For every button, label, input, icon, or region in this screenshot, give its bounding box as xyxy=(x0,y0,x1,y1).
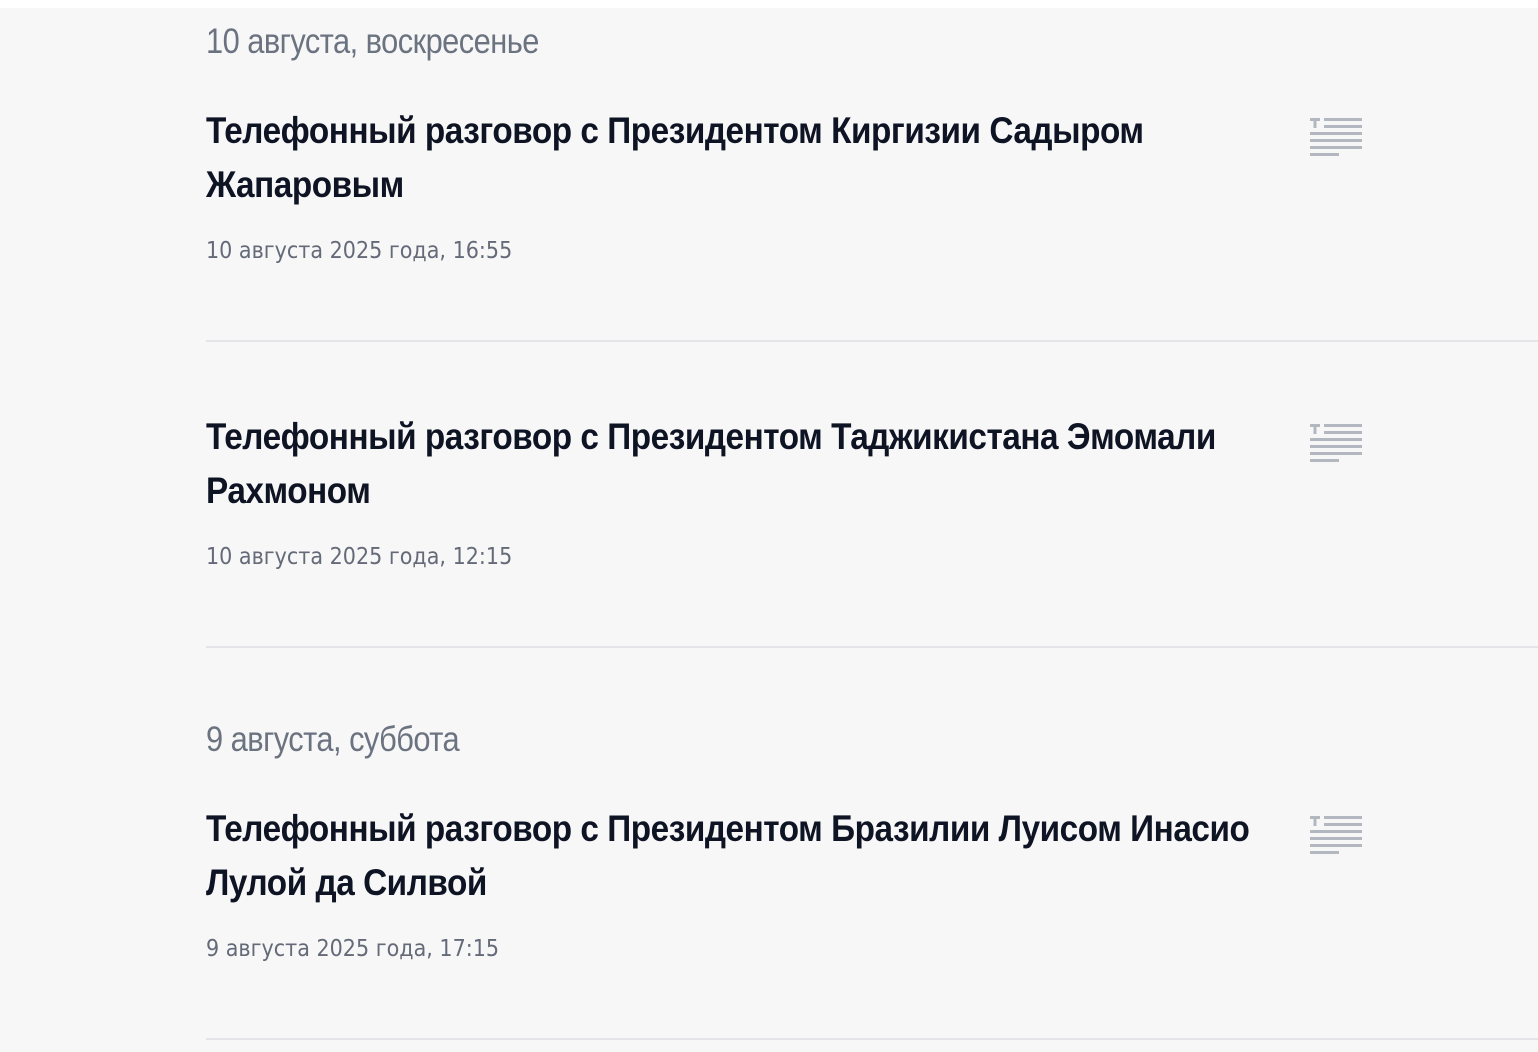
divider xyxy=(206,340,1538,342)
news-item-title-link[interactable]: Телефонный разговор с Президентом Бразил… xyxy=(206,802,1266,910)
divider xyxy=(206,1038,1538,1040)
news-item-datetime: 9 августа 2025 года, 17:15 xyxy=(206,936,500,962)
date-heading: 10 августа, воскресенье xyxy=(206,22,539,61)
text-document-icon[interactable] xyxy=(1310,423,1362,467)
news-feed: 10 августа, воскресенье Телефонный разго… xyxy=(0,8,1538,1052)
text-document-icon[interactable] xyxy=(1310,815,1362,859)
news-item-datetime: 10 августа 2025 года, 16:55 xyxy=(206,238,513,264)
date-heading: 9 августа, суббота xyxy=(206,720,460,759)
page: 10 августа, воскресенье Телефонный разго… xyxy=(0,0,1538,1052)
news-item-title-link[interactable]: Телефонный разговор с Президентом Таджик… xyxy=(206,410,1266,518)
news-item-title-link[interactable]: Телефонный разговор с Президентом Киргиз… xyxy=(206,104,1266,212)
text-document-icon[interactable] xyxy=(1310,117,1362,161)
news-item-datetime: 10 августа 2025 года, 12:15 xyxy=(206,544,513,570)
divider xyxy=(206,646,1538,648)
top-strip xyxy=(0,0,1538,8)
